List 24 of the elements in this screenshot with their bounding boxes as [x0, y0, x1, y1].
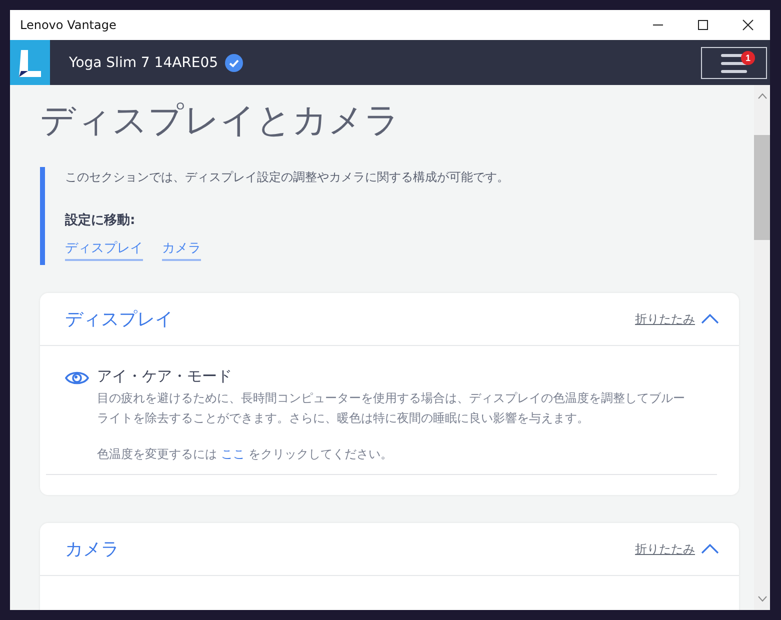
window-title: Lenovo Vantage	[19, 18, 118, 32]
collapse-button[interactable]: 折りたたみ	[635, 540, 719, 558]
device-name: Yoga Slim 7 14ARE05	[69, 54, 218, 70]
eye-icon	[65, 370, 89, 386]
setting-description: 目の疲れを避けるために、長時間コンピューターを使用する場合は、ディスプレイの色温度を調整してブルーライトを除去することができます。さらに、暖色は特に夜間の睡眠に良い影響を与えます。	[97, 390, 686, 427]
scroll-down-icon[interactable]	[758, 596, 766, 602]
section-link[interactable]: ディスプレイ	[65, 239, 143, 261]
scrollbar[interactable]	[754, 85, 770, 610]
section-title: カメラ	[65, 538, 120, 561]
page-title: ディスプレイとカメラ	[40, 100, 401, 143]
scroll-up-icon[interactable]	[758, 93, 766, 99]
maximize-icon	[696, 19, 708, 31]
intro-text: このセクションでは、ディスプレイ設定の調整やカメラに関する構成が可能です。	[65, 169, 510, 185]
jump-label: 設定に移動:	[65, 212, 136, 229]
close-icon	[742, 19, 754, 31]
scrollbar-thumb[interactable]	[754, 135, 770, 240]
collapse-button[interactable]: 折りたたみ	[635, 310, 719, 328]
notification-badge: 1	[741, 50, 755, 64]
here-link[interactable]: ここ	[220, 447, 245, 461]
section-title: ディスプレイ	[65, 308, 174, 331]
instruction-text: 色温度を変更するには ここ をクリックしてください。	[97, 446, 394, 463]
section-link[interactable]: カメラ	[162, 239, 201, 261]
setting-title: アイ・ケア・モード	[97, 366, 233, 386]
menu-button[interactable]: 1	[701, 46, 767, 78]
